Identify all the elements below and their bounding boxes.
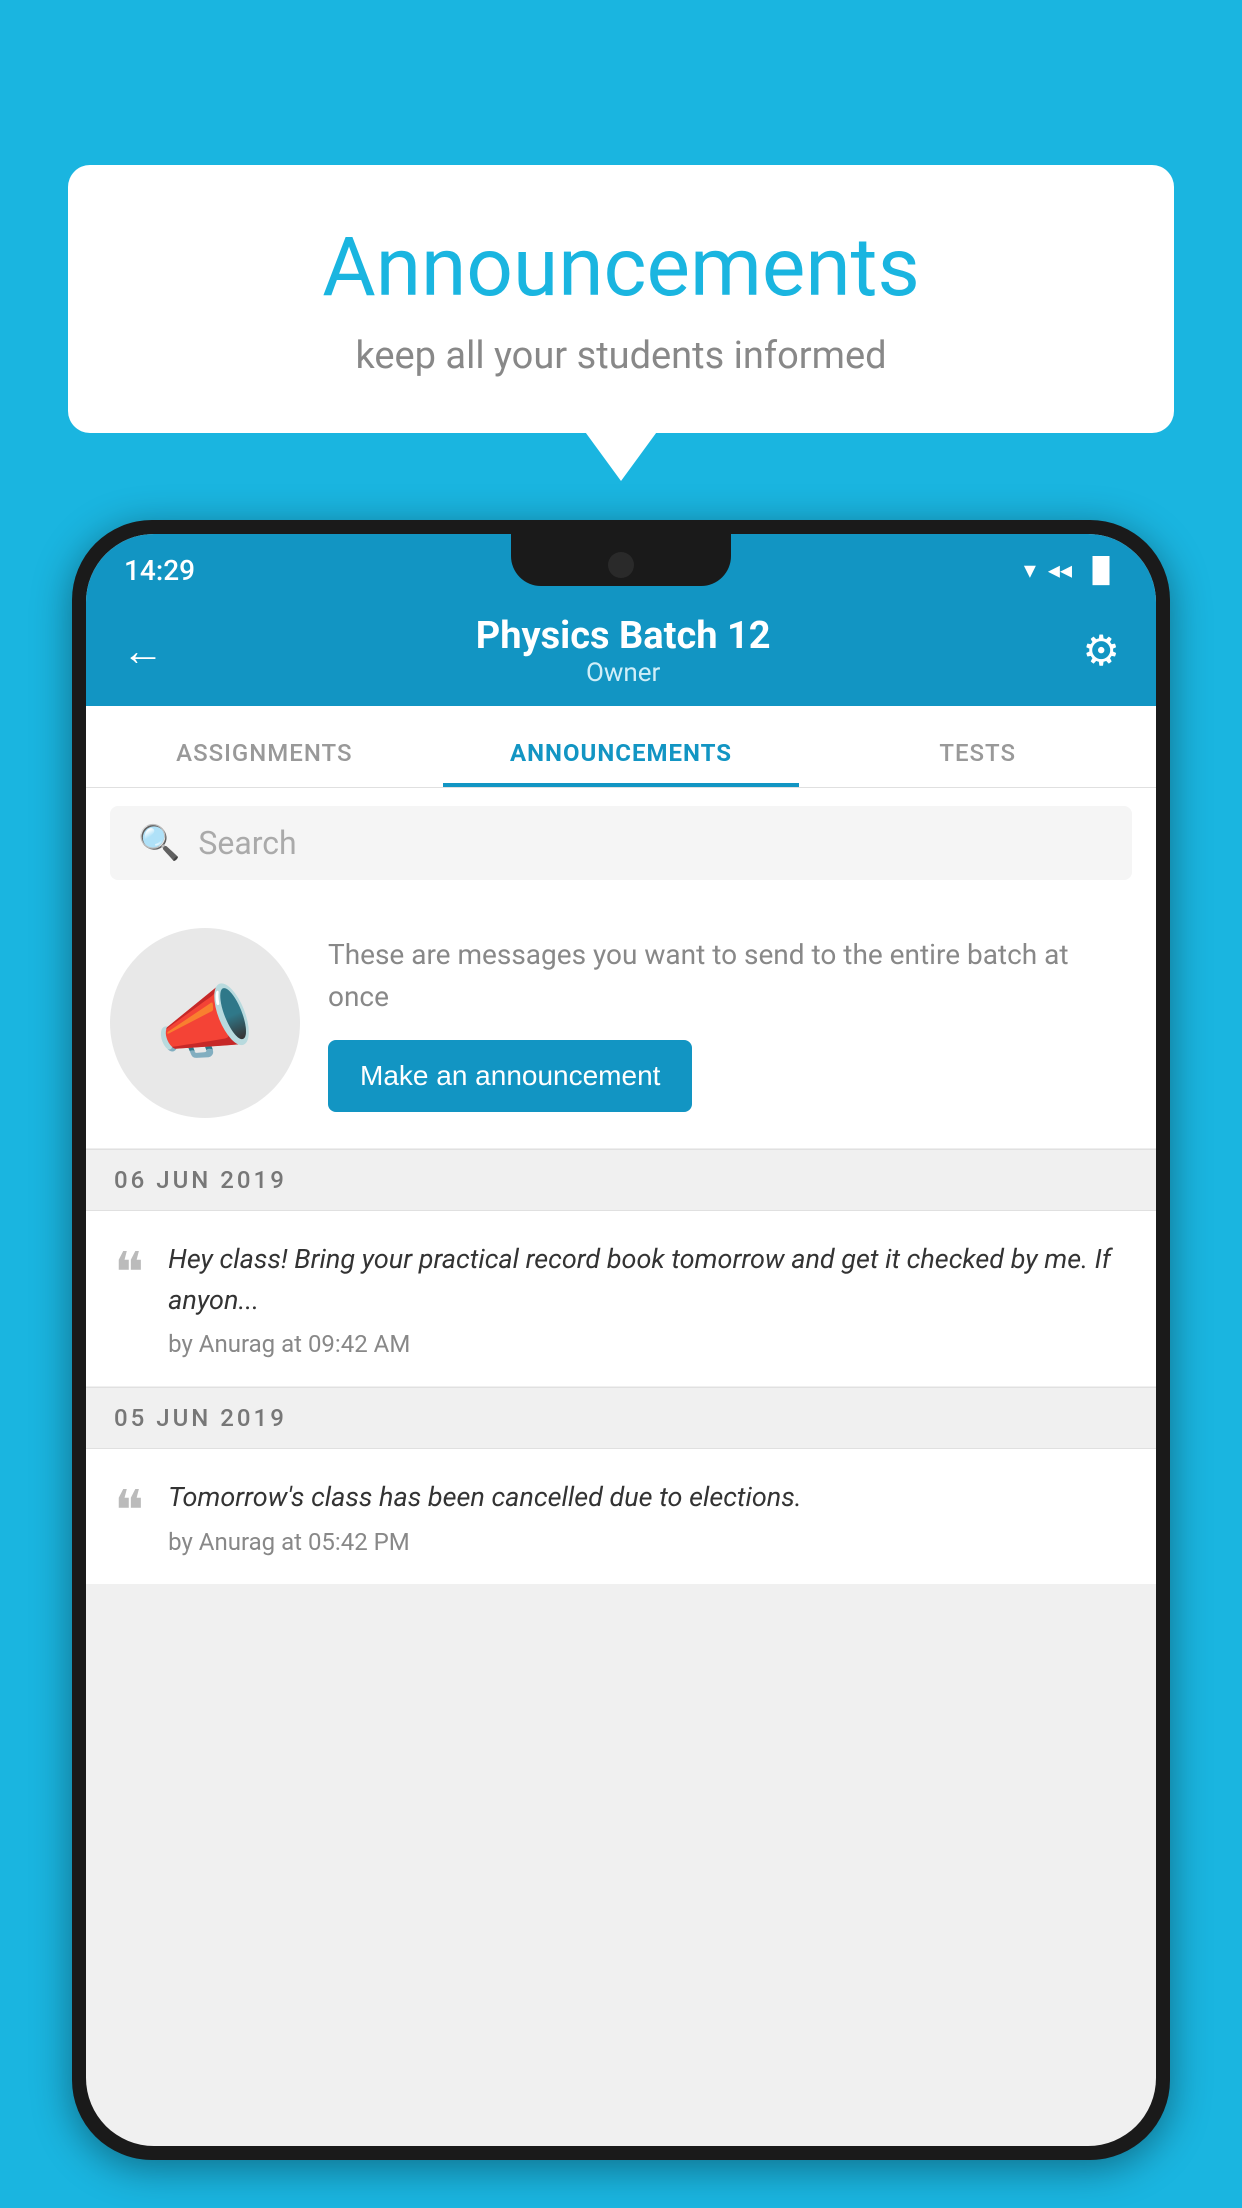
speech-bubble: Announcements keep all your students inf… [68, 165, 1174, 433]
quote-icon-1: ❝ [114, 1245, 144, 1358]
promo-description: These are messages you want to send to t… [328, 934, 1132, 1018]
announcement-item-1: ❝ Hey class! Bring your practical record… [86, 1211, 1156, 1387]
back-button[interactable]: ← [122, 627, 164, 676]
tab-announcements[interactable]: ANNOUNCEMENTS [443, 739, 800, 787]
search-container: 🔍 Search [86, 788, 1156, 898]
phone-notch [511, 534, 731, 586]
signal-icon: ◂◂ [1048, 556, 1072, 584]
search-placeholder: Search [198, 824, 296, 862]
app-bar-title: Physics Batch 12 [164, 614, 1082, 658]
tab-tests[interactable]: TESTS [799, 739, 1156, 787]
speech-bubble-title: Announcements [128, 220, 1114, 316]
speech-bubble-subtitle: keep all your students informed [128, 334, 1114, 378]
app-bar: ← Physics Batch 12 Owner ⚙ [86, 596, 1156, 706]
promo-icon-circle: 📣 [110, 928, 300, 1118]
quote-icon-2: ❝ [114, 1483, 144, 1556]
promo-text-area: These are messages you want to send to t… [328, 934, 1132, 1112]
announcement-item-2: ❝ Tomorrow's class has been cancelled du… [86, 1449, 1156, 1585]
date-separator-1: 06 JUN 2019 [86, 1149, 1156, 1211]
announcement-text-1: Hey class! Bring your practical record b… [168, 1239, 1128, 1320]
search-icon: 🔍 [138, 823, 180, 863]
make-announcement-button[interactable]: Make an announcement [328, 1040, 692, 1112]
app-bar-title-area: Physics Batch 12 Owner [164, 614, 1082, 688]
phone-container: 14:29 ▾ ◂◂ ▐▌ ← Physics Batch 12 Owner ⚙ [72, 520, 1170, 2208]
phone-outer: 14:29 ▾ ◂◂ ▐▌ ← Physics Batch 12 Owner ⚙ [72, 520, 1170, 2160]
megaphone-icon: 📣 [155, 976, 255, 1070]
tab-assignments[interactable]: ASSIGNMENTS [86, 739, 443, 787]
wifi-icon: ▾ [1024, 556, 1036, 584]
status-icons: ▾ ◂◂ ▐▌ [1024, 556, 1118, 585]
announcement-author-2: by Anurag at 05:42 PM [168, 1528, 1128, 1556]
status-time: 14:29 [124, 554, 195, 587]
phone-camera [608, 552, 634, 578]
phone-screen: 14:29 ▾ ◂◂ ▐▌ ← Physics Batch 12 Owner ⚙ [86, 534, 1156, 2146]
search-bar[interactable]: 🔍 Search [110, 806, 1132, 880]
announcement-text-area-2: Tomorrow's class has been cancelled due … [168, 1477, 1128, 1556]
tabs-container: ASSIGNMENTS ANNOUNCEMENTS TESTS [86, 706, 1156, 788]
battery-icon: ▐▌ [1084, 556, 1118, 585]
settings-button[interactable]: ⚙ [1082, 626, 1120, 676]
promo-area: 📣 These are messages you want to send to… [86, 898, 1156, 1149]
announcement-author-1: by Anurag at 09:42 AM [168, 1330, 1128, 1358]
announcement-text-2: Tomorrow's class has been cancelled due … [168, 1477, 1128, 1518]
app-bar-subtitle: Owner [164, 658, 1082, 688]
announcement-text-area-1: Hey class! Bring your practical record b… [168, 1239, 1128, 1358]
speech-bubble-container: Announcements keep all your students inf… [68, 165, 1174, 433]
date-separator-2: 05 JUN 2019 [86, 1387, 1156, 1449]
